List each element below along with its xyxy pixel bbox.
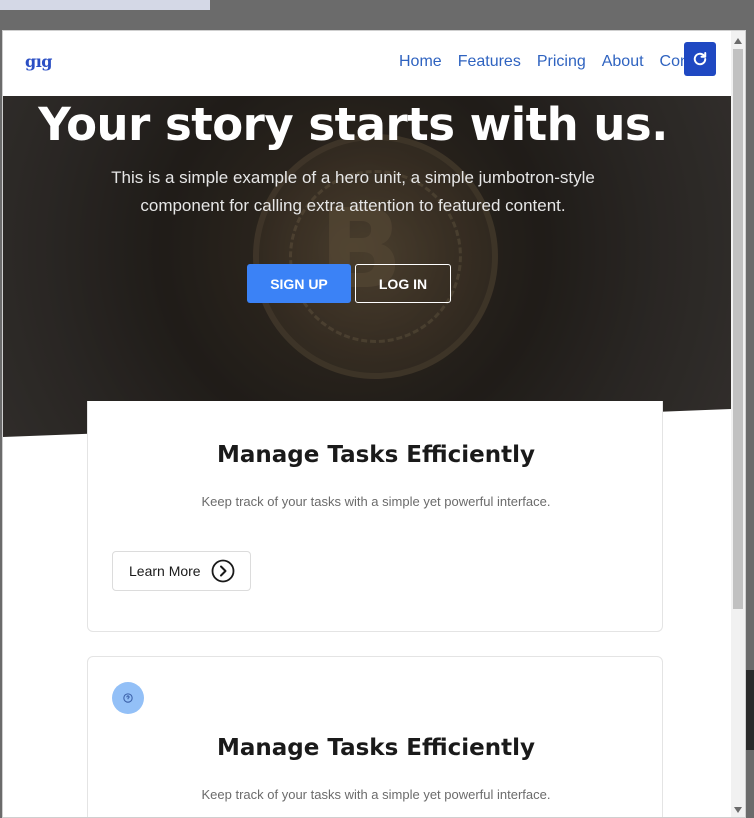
nav-link-pricing[interactable]: Pricing bbox=[537, 53, 586, 71]
log-in-button[interactable]: LOG IN bbox=[355, 264, 451, 303]
vertical-scrollbar[interactable] bbox=[731, 31, 745, 817]
card-title: Manage Tasks Efficiently bbox=[216, 442, 536, 468]
chevron-right-circle-icon bbox=[211, 559, 235, 583]
card-description: Keep track of your tasks with a simple y… bbox=[201, 787, 551, 802]
hero-section: B Your story starts with us. This is a s… bbox=[3, 96, 731, 437]
browser-window: gıg Home Features Pricing About Con B Yo… bbox=[2, 30, 746, 818]
learn-more-label: Learn More bbox=[129, 563, 201, 579]
question-circle-icon bbox=[112, 682, 144, 714]
nav-link-features[interactable]: Features bbox=[458, 53, 521, 71]
refresh-button[interactable] bbox=[684, 42, 716, 76]
scroll-up-arrow-icon[interactable] bbox=[733, 37, 743, 45]
learn-more-button[interactable]: Learn More bbox=[112, 551, 251, 591]
feature-card: Manage Tasks Efficiently Keep track of y… bbox=[87, 656, 663, 817]
hero-subtitle: This is a simple example of a hero unit,… bbox=[111, 168, 595, 215]
card-title: Manage Tasks Efficiently bbox=[216, 735, 536, 761]
nav-link-home[interactable]: Home bbox=[399, 53, 442, 71]
navbar: gıg Home Features Pricing About Con bbox=[3, 31, 731, 96]
scrollbar-thumb[interactable] bbox=[733, 49, 743, 609]
background-window-strip bbox=[0, 0, 210, 10]
background-edge bbox=[746, 670, 754, 750]
refresh-icon bbox=[693, 52, 707, 66]
nav-link-about[interactable]: About bbox=[602, 53, 644, 71]
scroll-down-arrow-icon[interactable] bbox=[733, 806, 743, 814]
sign-up-button[interactable]: SIGN UP bbox=[247, 264, 351, 303]
nav-links: Home Features Pricing About Con bbox=[399, 53, 705, 71]
card-description: Keep track of your tasks with a simple y… bbox=[201, 494, 551, 509]
feature-card: Manage Tasks Efficiently Keep track of y… bbox=[87, 401, 663, 632]
hero-title: Your story starts with us. bbox=[38, 98, 668, 151]
brand-logo[interactable]: gıg bbox=[25, 52, 52, 71]
